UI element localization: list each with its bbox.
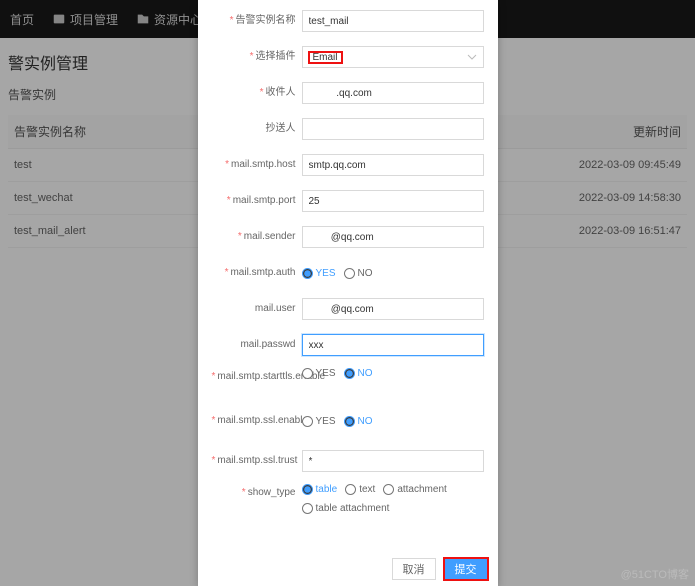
port-label: mail.smtp.port xyxy=(233,195,296,206)
user-label: mail.user xyxy=(255,303,296,314)
host-label: mail.smtp.host xyxy=(231,159,295,170)
starttls-no-radio[interactable]: NO xyxy=(344,368,373,379)
auth-yes-radio[interactable]: YES xyxy=(302,268,336,279)
user-input[interactable] xyxy=(302,298,484,320)
auth-label: mail.smtp.auth xyxy=(230,267,295,278)
starttls-yes-radio[interactable]: YES xyxy=(302,368,336,379)
showtype-tableattach-radio[interactable]: table attachment xyxy=(302,503,484,514)
ssltrust-label: mail.smtp.ssl.trust xyxy=(217,455,297,466)
plugin-label: 选择插件 xyxy=(256,51,296,62)
passwd-input[interactable] xyxy=(302,334,484,356)
showtype-label: show_type xyxy=(248,487,296,498)
recipient-label: 收件人 xyxy=(266,87,296,98)
host-input[interactable] xyxy=(302,154,484,176)
sender-label: mail.sender xyxy=(244,231,296,242)
passwd-label: mail.passwd xyxy=(240,339,295,350)
watermark: @51CTO博客 xyxy=(621,566,689,582)
sslenable-no-radio[interactable]: NO xyxy=(344,416,373,427)
name-label: 告警实例名称 xyxy=(236,15,296,26)
alert-instance-modal: *告警实例名称 *选择插件 Email *收件人 抄送人 *mail.smtp.… xyxy=(198,0,498,586)
showtype-text-radio[interactable]: text xyxy=(345,484,375,495)
cc-input[interactable] xyxy=(302,118,484,140)
name-input[interactable] xyxy=(302,10,484,32)
auth-no-radio[interactable]: NO xyxy=(344,268,373,279)
chevron-down-icon xyxy=(467,52,477,62)
submit-button[interactable]: 提交 xyxy=(444,558,488,580)
showtype-attachment-radio[interactable]: attachment xyxy=(383,484,446,495)
sslenable-yes-radio[interactable]: YES xyxy=(302,416,336,427)
sender-input[interactable] xyxy=(302,226,484,248)
cancel-button[interactable]: 取消 xyxy=(392,558,436,580)
cc-label: 抄送人 xyxy=(266,123,296,134)
plugin-select[interactable]: Email xyxy=(302,46,484,68)
sslenable-label: mail.smtp.ssl.enable xyxy=(217,415,308,426)
recipient-input[interactable] xyxy=(302,82,484,104)
port-input[interactable] xyxy=(302,190,484,212)
ssltrust-input[interactable] xyxy=(302,450,484,472)
showtype-table-radio[interactable]: table xyxy=(302,484,338,495)
